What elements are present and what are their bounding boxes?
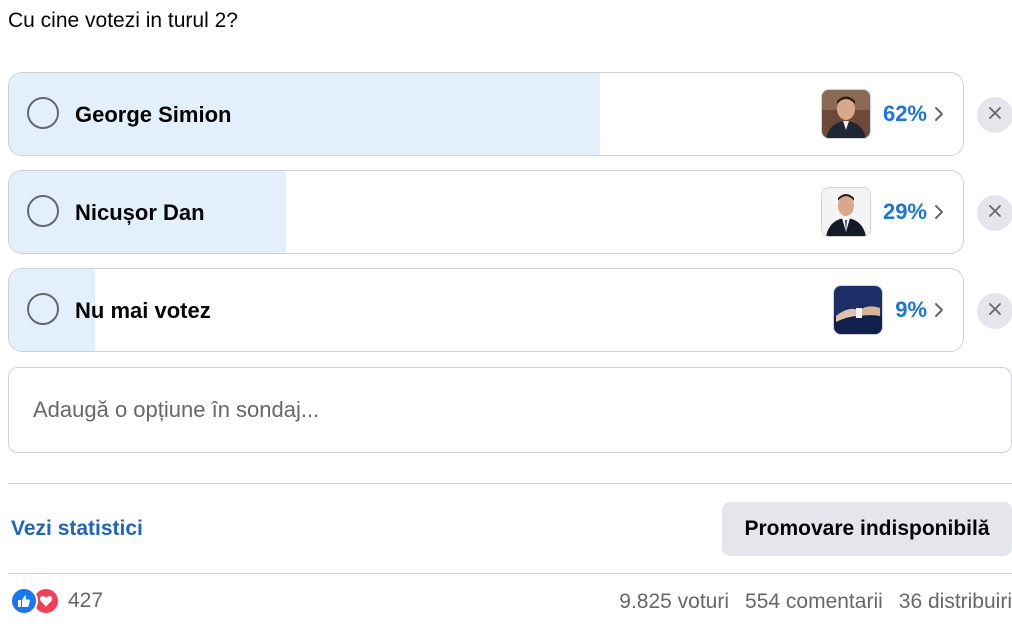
promote-unavailable-button[interactable]: Promovare indisponibilă: [722, 502, 1012, 556]
like-icon: [10, 587, 38, 615]
chevron-right-icon[interactable]: [933, 299, 947, 321]
chevron-right-icon[interactable]: [933, 103, 947, 125]
close-icon: [988, 204, 1002, 223]
shares-count[interactable]: 36 distribuiri: [899, 590, 1012, 613]
view-insights-link[interactable]: Vezi statistici: [11, 517, 143, 541]
poll-option-percent: 62%: [882, 101, 927, 126]
poll-option-label: George Simion: [75, 102, 232, 127]
poll-option-george-simion[interactable]: George Simion 62%: [8, 72, 964, 156]
remove-option-button[interactable]: [977, 293, 1012, 329]
divider: [8, 573, 1012, 574]
poll-option-percent: 9%: [895, 297, 927, 322]
reactions-summary[interactable]: 427: [10, 587, 104, 615]
voter-avatar[interactable]: [833, 285, 884, 335]
voter-avatar[interactable]: [820, 187, 871, 237]
poll-option-nicusor-dan[interactable]: Nicușor Dan 29%: [8, 170, 964, 254]
radio-button[interactable]: [27, 293, 59, 325]
voter-avatar[interactable]: [820, 89, 871, 139]
close-icon: [988, 302, 1002, 321]
remove-option-button[interactable]: [977, 195, 1012, 231]
radio-button[interactable]: [27, 97, 59, 129]
poll-option-label: Nicușor Dan: [75, 200, 205, 225]
poll-option-label: Nu mai votez: [75, 298, 211, 323]
add-poll-option-input[interactable]: [8, 367, 1012, 453]
radio-button[interactable]: [27, 195, 59, 227]
post-stats: 9.825 voturi 554 comentarii 36 distribuiri: [603, 590, 1012, 614]
poll-question: Cu cine votezi in turul 2?: [8, 9, 238, 32]
comments-count[interactable]: 554 comentarii: [745, 590, 883, 613]
divider: [8, 483, 1012, 484]
poll-option-nu-mai-votez[interactable]: Nu mai votez 9%: [8, 268, 964, 352]
chevron-right-icon[interactable]: [933, 201, 947, 223]
votes-count[interactable]: 9.825 voturi: [619, 590, 729, 613]
reaction-count: 427: [68, 589, 104, 612]
close-icon: [988, 106, 1002, 125]
remove-option-button[interactable]: [977, 97, 1012, 133]
poll-option-percent: 29%: [882, 199, 927, 224]
